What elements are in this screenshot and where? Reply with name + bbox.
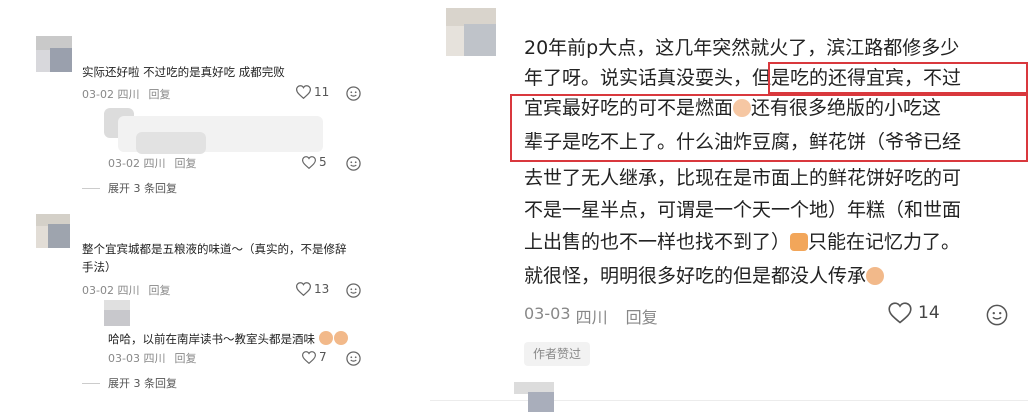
avatar[interactable]	[514, 382, 554, 412]
comment-text-line: 手法）	[82, 260, 117, 274]
smiley-face-icon[interactable]	[346, 86, 361, 101]
like-count: 13	[314, 282, 330, 296]
comment-meta: 03-02 四川 回复	[108, 155, 196, 171]
heart-outline-icon	[296, 282, 311, 296]
comment-text: 实际还好啦 不过吃的是真好吃 成都完败	[82, 65, 285, 79]
avatar[interactable]	[36, 214, 70, 248]
comment-date: 03-03	[524, 304, 571, 323]
comment-line-text: 上出售的也不一样也找不到了）	[524, 231, 791, 253]
expand-replies-label: 展开 3 条回复	[108, 377, 177, 390]
comment-meta: 03-02 四川 回复	[82, 282, 170, 298]
like-count: 11	[314, 85, 330, 99]
blurred-comment-content	[136, 132, 206, 154]
comment-line: 20年前p大点，这几年突然就火了，滨江路都修多少	[524, 37, 960, 59]
crying-face-icon	[866, 267, 885, 285]
avatar[interactable]	[446, 8, 496, 56]
crying-face-icon	[333, 331, 348, 345]
left-comment-panel: 实际还好啦 不过吃的是真好吃 成都完败 03-02 四川 回复 11 03-02…	[0, 0, 420, 412]
comment-text-line: 整个宜宾城都是五粮液的味道～（真实的，不是修辞	[82, 242, 347, 256]
heart-outline-icon	[302, 350, 316, 364]
crying-face-icon	[318, 331, 333, 345]
right-comment-panel: 20年前p大点，这几年突然就火了，滨江路都修多少 年了呀。说实话真没耍头，但是吃…	[430, 0, 1028, 412]
comment-meta: 03-03 四川 回复	[108, 350, 196, 366]
smiley-face-icon[interactable]	[346, 156, 361, 171]
comment-location: 四川	[575, 308, 608, 327]
comment-meta: 03-02 四川 回复	[82, 86, 170, 102]
highlight-box	[510, 94, 1028, 162]
reply-button[interactable]: 回复	[626, 304, 658, 328]
like-button[interactable]: 11	[296, 85, 329, 99]
like-count: 5	[319, 155, 327, 169]
smiley-face-icon[interactable]	[986, 304, 1008, 326]
like-button[interactable]: 5	[302, 155, 327, 169]
expand-replies-button[interactable]: 展开 3 条回复	[82, 180, 177, 196]
comment-date: 03-02	[82, 87, 114, 101]
reply-button[interactable]: 回复	[148, 282, 170, 298]
divider-line	[82, 187, 100, 189]
comment-text-content: 哈哈，以前在南岸读书～教室头都是酒味	[108, 332, 315, 346]
reply-button[interactable]: 回复	[174, 350, 196, 366]
comment-meta: 03-03 四川 回复	[524, 304, 658, 328]
heart-outline-icon	[302, 155, 316, 169]
like-button[interactable]: 14	[888, 302, 940, 324]
expand-replies-label: 展开 3 条回复	[108, 182, 177, 195]
heart-outline-icon	[888, 302, 912, 324]
smiley-face-icon[interactable]	[346, 351, 361, 366]
author-liked-badge: 作者赞过	[524, 342, 591, 366]
smiley-face-icon[interactable]	[346, 283, 361, 298]
comment-date: 03-03	[108, 351, 140, 365]
comment-line: 就很怪，明明很多好吃的但是都没人传承	[524, 262, 885, 290]
like-button[interactable]: 13	[296, 282, 329, 296]
highlight-box	[768, 62, 1028, 94]
like-count: 7	[319, 350, 327, 364]
like-count: 14	[918, 303, 940, 323]
heart-outline-icon	[296, 85, 311, 99]
comment-location: 四川	[143, 157, 166, 170]
comment-date: 03-02	[108, 156, 140, 170]
avatar[interactable]	[104, 300, 130, 326]
comment-location: 四川	[117, 284, 140, 297]
grimacing-face-icon	[790, 233, 809, 251]
comment-line: 去世了无人继承，比现在是市面上的鲜花饼好吃的可	[524, 167, 962, 189]
expand-replies-button[interactable]: 展开 3 条回复	[82, 375, 177, 391]
reply-button[interactable]: 回复	[148, 86, 170, 102]
comment-line: 上出售的也不一样也找不到了） 只能在记忆力了。	[524, 228, 960, 256]
comment-line-text: 就很怪，明明很多好吃的但是都没人传承	[524, 265, 867, 287]
comment-location: 四川	[117, 88, 140, 101]
comment-text: 哈哈，以前在南岸读书～教室头都是酒味	[108, 330, 348, 348]
avatar[interactable]	[36, 36, 72, 72]
divider-line	[82, 382, 100, 384]
comment-line-text: 只能在记忆力了。	[808, 231, 961, 253]
comment-location: 四川	[143, 352, 166, 365]
reply-button[interactable]: 回复	[174, 155, 196, 171]
comment-date: 03-02	[82, 283, 114, 297]
comment-line: 不是一星半点，可谓是一个天一个地）年糕（和世面	[524, 199, 962, 221]
like-button[interactable]: 7	[302, 350, 327, 364]
